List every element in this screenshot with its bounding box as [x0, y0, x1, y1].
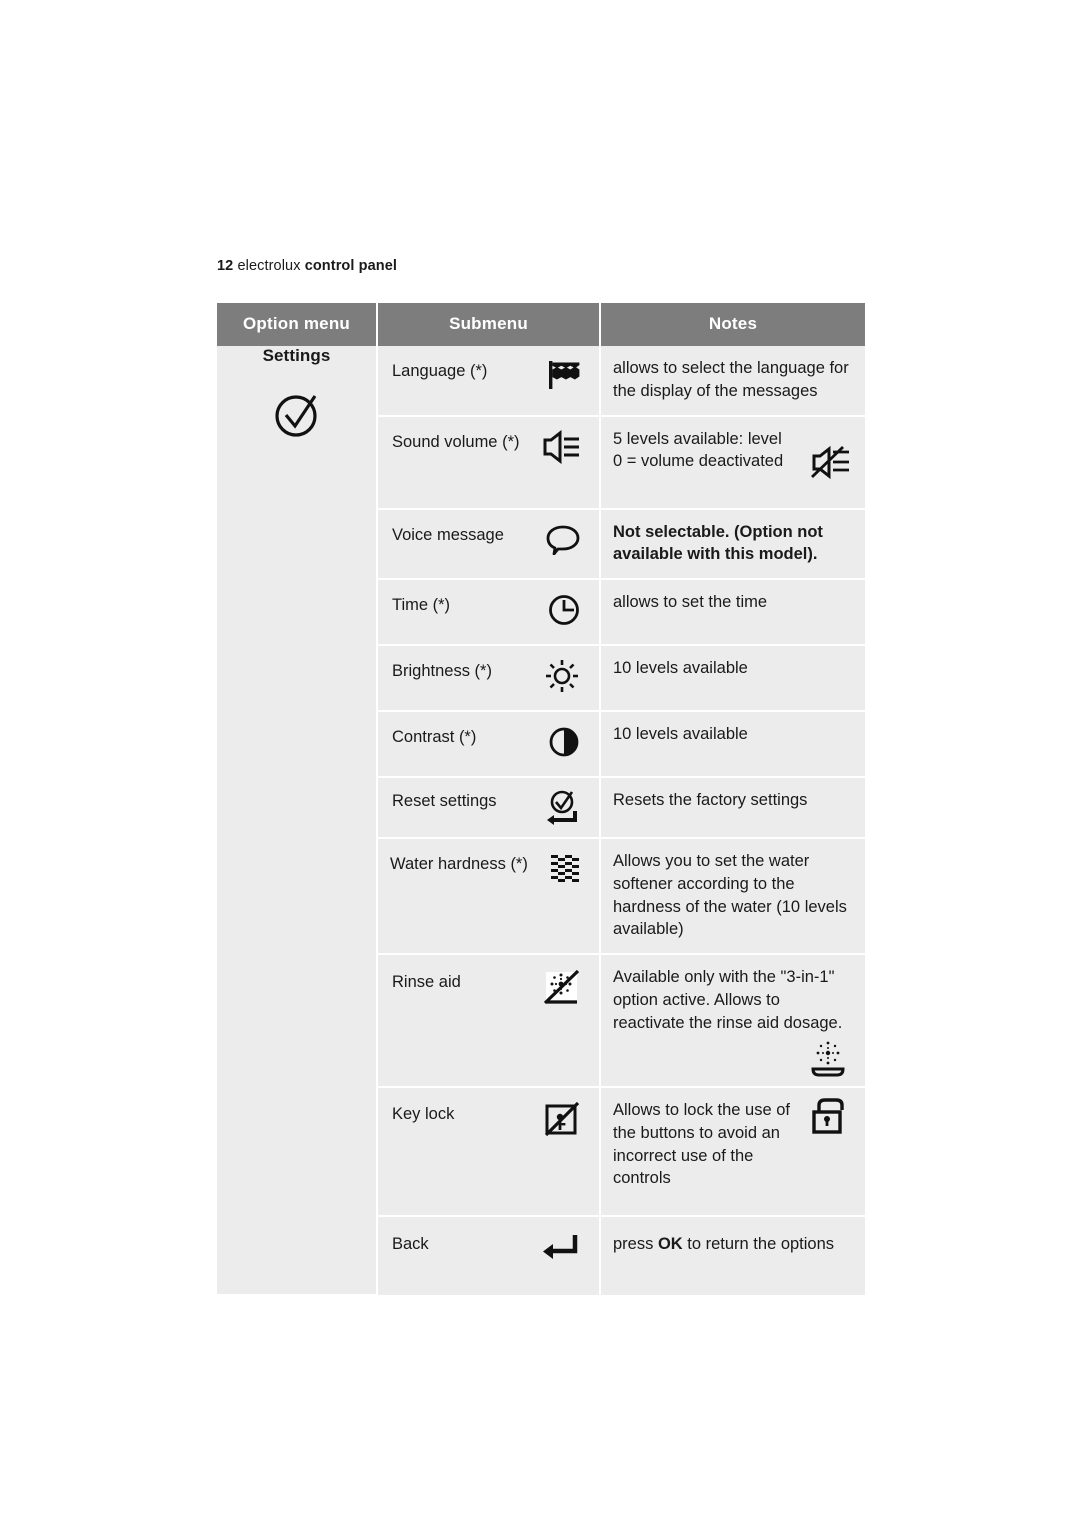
submenu-cell-voice-message: Voice message	[377, 508, 601, 581]
submenu-label: Voice message	[392, 525, 504, 544]
submenu-label: Key lock	[392, 1105, 455, 1124]
column-header-option-menu: Option menu	[217, 303, 378, 346]
notes-cell-language: allows to select the language for the di…	[600, 346, 865, 417]
submenu-cell-sound-volume: Sound volume (*)	[377, 415, 601, 510]
submenu-label: Sound volume (*)	[392, 432, 520, 451]
rinse-aid-icon	[807, 1038, 849, 1078]
notes-cell-rinse-aid: Available only with the "3-in-1" option …	[600, 954, 865, 1089]
submenu-cell-language: Language (*)	[377, 346, 601, 417]
submenu-cell-back: Back	[377, 1216, 601, 1296]
padlock-open-icon	[809, 1096, 851, 1138]
reset-check-return-icon	[541, 789, 581, 829]
option-menu-table-wrapper: Option menu Submenu Notes Settings Langu…	[217, 303, 865, 1297]
notes-text: Resets the factory settings	[613, 791, 808, 810]
option-menu-settings-cell: Settings	[217, 346, 378, 1297]
submenu-label: Reset settings	[392, 792, 497, 811]
notes-cell-time: allows to set the time	[600, 579, 865, 647]
notes-cell-reset-settings: Resets the factory settings	[600, 777, 865, 840]
notes-text: allows to select the language for the di…	[613, 359, 849, 400]
option-menu-title: Settings	[262, 346, 331, 365]
submenu-label: Contrast (*)	[392, 728, 477, 747]
submenu-cell-brightness: Brightness (*)	[377, 645, 601, 713]
notes-text: Not selectable. (Option not available wi…	[613, 522, 823, 564]
submenu-label: Brightness (*)	[392, 662, 492, 681]
submenu-cell-key-lock: Key lock	[377, 1087, 601, 1218]
clock-icon	[547, 593, 581, 627]
notes-cell-key-lock: Allows to lock the use of the buttons to…	[600, 1087, 865, 1218]
notes-text: Allows you to set the water softener acc…	[613, 852, 847, 939]
notes-cell-contrast: 10 levels available	[600, 711, 865, 779]
submenu-cell-water-hardness: Water hardness (*)	[377, 838, 601, 956]
page-number: 12	[217, 258, 234, 274]
option-menu-table: Option menu Submenu Notes Settings Langu…	[217, 303, 865, 1297]
notes-cell-back: press OK to return the options	[600, 1216, 865, 1296]
ok-key-label: OK	[657, 1235, 683, 1254]
notes-cell-sound-volume: 5 levels available: level 0 = volume dea…	[600, 415, 865, 510]
page-header: 12 electrolux control panel	[217, 258, 397, 274]
sun-icon	[543, 659, 581, 693]
notes-cell-brightness: 10 levels available	[600, 645, 865, 713]
submenu-label: Language (*)	[392, 362, 488, 380]
notes-text: 10 levels available	[613, 659, 748, 678]
submenu-cell-rinse-aid: Rinse aid	[377, 954, 601, 1089]
submenu-label: Water hardness (*)	[390, 855, 528, 874]
flag-icon	[547, 359, 581, 391]
brand-name: electrolux	[237, 258, 301, 274]
submenu-label: Time (*)	[392, 596, 451, 615]
column-header-submenu: Submenu	[377, 303, 601, 346]
table-header-row: Option menu Submenu Notes	[217, 303, 865, 346]
speech-bubble-icon	[545, 523, 581, 555]
notes-text: Allows to lock the use of the buttons to…	[613, 1101, 791, 1188]
notes-text-prefix: press	[613, 1235, 658, 1254]
notes-text-suffix: to return the options	[682, 1235, 835, 1254]
notes-cell-voice-message: Not selectable. (Option not available wi…	[600, 508, 865, 581]
notes-text: Available only with the "3-in-1" option …	[613, 968, 843, 1032]
notes-cell-water-hardness: Allows you to set the water softener acc…	[600, 838, 865, 956]
notes-text: 10 levels available	[613, 725, 748, 744]
submenu-cell-contrast: Contrast (*)	[377, 711, 601, 779]
table-row: Settings Language (*) allows to select t…	[217, 346, 865, 1297]
submenu-cell-reset-settings: Reset settings	[377, 777, 601, 840]
submenu-label: Back	[392, 1235, 429, 1254]
key-lock-disabled-icon	[543, 1102, 581, 1138]
notes-text: allows to set the time	[613, 593, 768, 612]
column-header-notes: Notes	[600, 303, 865, 346]
water-waves-icon	[549, 852, 585, 884]
submenu-label: Rinse aid	[392, 973, 461, 992]
check-circle-icon	[217, 388, 376, 440]
notes-text: 5 levels available: level 0 = volume dea…	[613, 429, 784, 471]
rinse-aid-disabled-icon	[543, 970, 581, 1006]
speaker-icon	[541, 429, 581, 464]
return-arrow-icon	[539, 1232, 581, 1262]
contrast-icon	[547, 725, 581, 759]
submenu-cell-time: Time (*)	[377, 579, 601, 647]
speaker-muted-icon	[809, 443, 853, 483]
section-title: control panel	[304, 258, 398, 274]
